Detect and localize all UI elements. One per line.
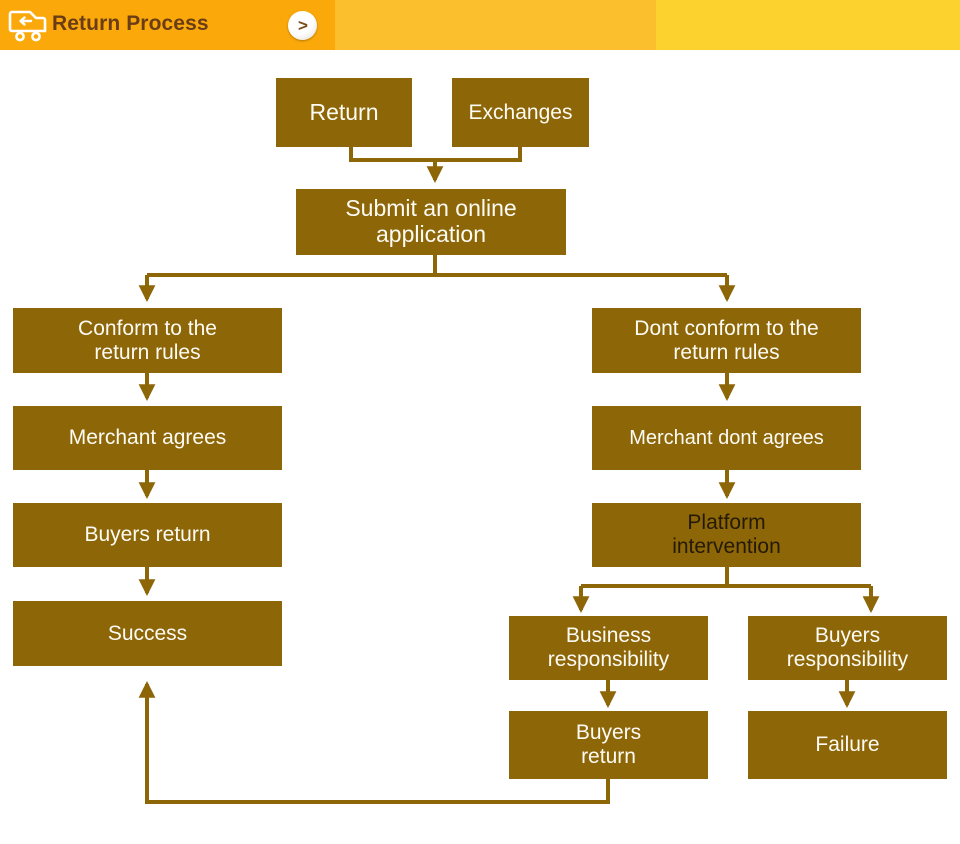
next-chevron-button[interactable]: > bbox=[288, 11, 317, 40]
node-conform-rules[interactable]: Conform to the return rules bbox=[13, 308, 282, 373]
node-buyers-return-left[interactable]: Buyers return bbox=[13, 503, 282, 567]
node-platform-intervention[interactable]: Platform intervention bbox=[592, 503, 861, 567]
node-success[interactable]: Success bbox=[13, 601, 282, 666]
header-band-primary: Return Process > bbox=[0, 0, 335, 50]
node-business-responsibility[interactable]: Business responsibility bbox=[509, 616, 708, 680]
node-merchant-dont-agrees[interactable]: Merchant dont agrees bbox=[592, 406, 861, 470]
node-merchant-agrees[interactable]: Merchant agrees bbox=[13, 406, 282, 470]
chevron-right-icon: > bbox=[298, 15, 308, 35]
node-buyers-responsibility[interactable]: Buyers responsibility bbox=[748, 616, 947, 680]
flowchart-canvas: Return Exchanges Submit an online applic… bbox=[0, 50, 960, 844]
node-buyers-return-right[interactable]: Buyers return bbox=[509, 711, 708, 779]
node-failure[interactable]: Failure bbox=[748, 711, 947, 779]
return-truck-icon bbox=[8, 10, 47, 42]
page-title: Return Process bbox=[52, 12, 209, 35]
header-band-secondary bbox=[335, 0, 656, 50]
node-dont-conform-rules[interactable]: Dont conform to the return rules bbox=[592, 308, 861, 373]
header-band-tertiary bbox=[656, 0, 960, 50]
node-submit-application[interactable]: Submit an online application bbox=[296, 189, 566, 255]
node-return[interactable]: Return bbox=[276, 78, 412, 147]
node-exchanges[interactable]: Exchanges bbox=[452, 78, 589, 147]
app-header: Return Process > bbox=[0, 0, 960, 50]
